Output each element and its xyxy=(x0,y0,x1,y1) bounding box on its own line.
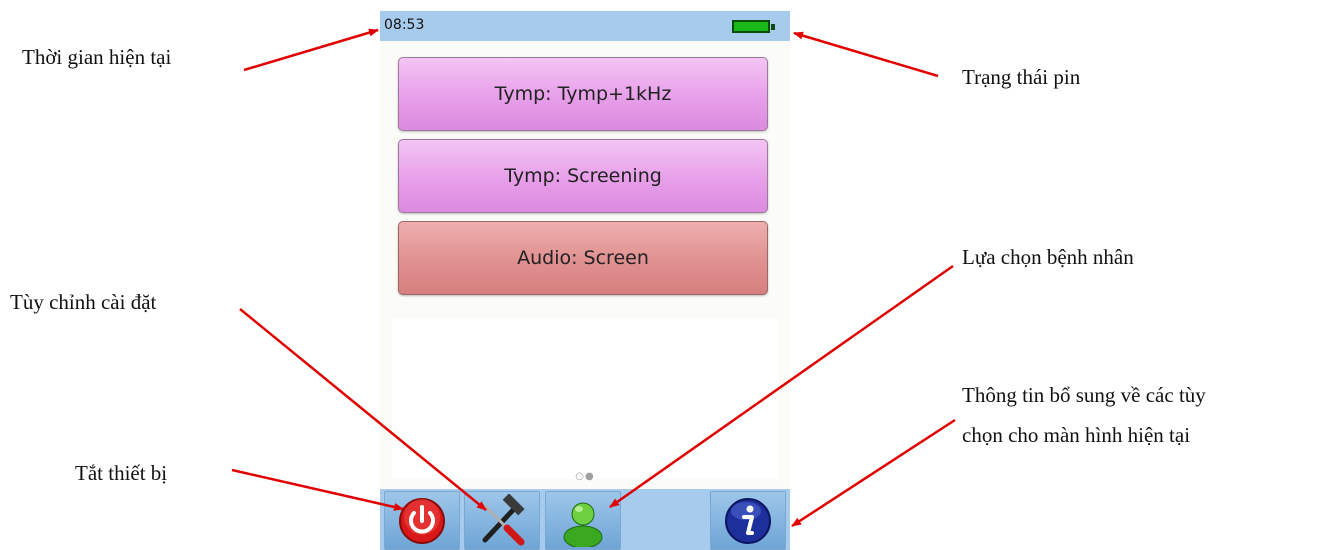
arrow-power-off xyxy=(231,468,404,511)
arrow-current-time xyxy=(243,28,379,72)
annotation-arrows xyxy=(231,28,956,528)
arrow-patient-select xyxy=(609,264,954,509)
arrow-info xyxy=(791,418,956,528)
arrow-battery-status xyxy=(793,31,939,78)
